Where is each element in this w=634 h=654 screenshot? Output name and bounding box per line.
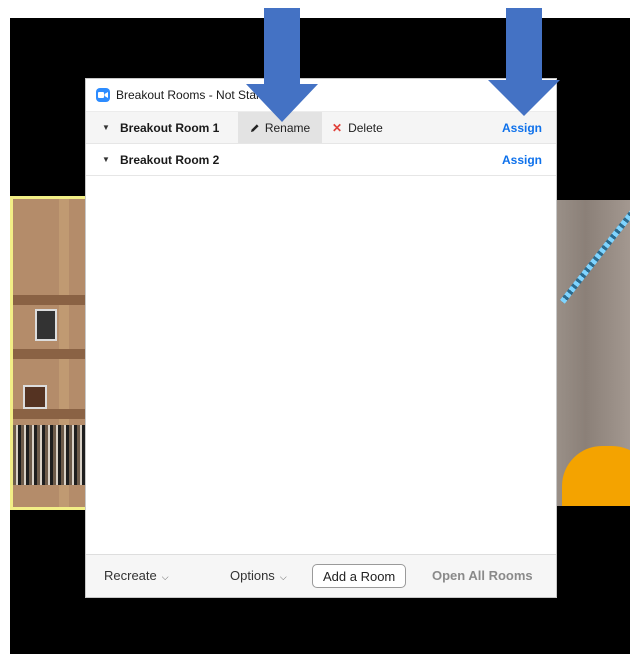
participant-video-left [10, 196, 90, 510]
caret-down-icon[interactable]: ▼ [102, 123, 110, 132]
annotation-arrow-down-icon [488, 8, 560, 116]
shelf-board [13, 295, 90, 305]
breakout-rooms-dialog: Breakout Rooms - Not Started ▼ Breakout … [86, 79, 556, 597]
chevron-down-icon: ⌵ [161, 572, 169, 582]
participant-shirt [562, 446, 630, 506]
x-mark-icon: ✕ [332, 120, 343, 135]
delete-label: Delete [348, 120, 383, 135]
caret-down-icon[interactable]: ▼ [102, 155, 110, 164]
room-name: Breakout Room 1 [120, 120, 220, 135]
rename-label: Rename [264, 120, 311, 135]
participant-video-right [556, 200, 630, 506]
delete-button[interactable]: ✕ Delete [332, 112, 383, 143]
breakout-room-row[interactable]: ▼ Breakout Room 1 Rename ✕ Delete Assign [86, 112, 556, 144]
assign-button[interactable]: Assign [502, 112, 542, 143]
assign-button[interactable]: Assign [502, 144, 542, 175]
open-all-rooms-button[interactable]: Open All Rooms [432, 568, 533, 583]
picture-frame [35, 309, 57, 341]
shelf-board [13, 349, 90, 359]
record-collection [13, 425, 90, 485]
dialog-titlebar: Breakout Rooms - Not Started [86, 79, 556, 112]
options-menu[interactable]: Options ⌵ [230, 568, 287, 583]
pencil-icon [250, 123, 259, 132]
chevron-down-icon: ⌵ [279, 572, 287, 582]
breakout-room-row[interactable]: ▼ Breakout Room 2 Assign [86, 144, 556, 176]
dialog-footer: Recreate ⌵ Options ⌵ Add a Room Open All R… [86, 554, 556, 597]
shelf-board [13, 409, 90, 419]
recreate-label: Recreate [104, 568, 157, 583]
options-label: Options [230, 568, 275, 583]
picture-frame [23, 385, 47, 409]
add-room-button[interactable]: Add a Room [312, 564, 407, 588]
recreate-menu[interactable]: Recreate ⌵ [104, 568, 169, 583]
annotation-arrow-down-icon [246, 8, 318, 122]
room-name: Breakout Room 2 [120, 152, 220, 167]
led-light-strip [560, 205, 630, 304]
zoom-logo-icon [96, 88, 110, 102]
